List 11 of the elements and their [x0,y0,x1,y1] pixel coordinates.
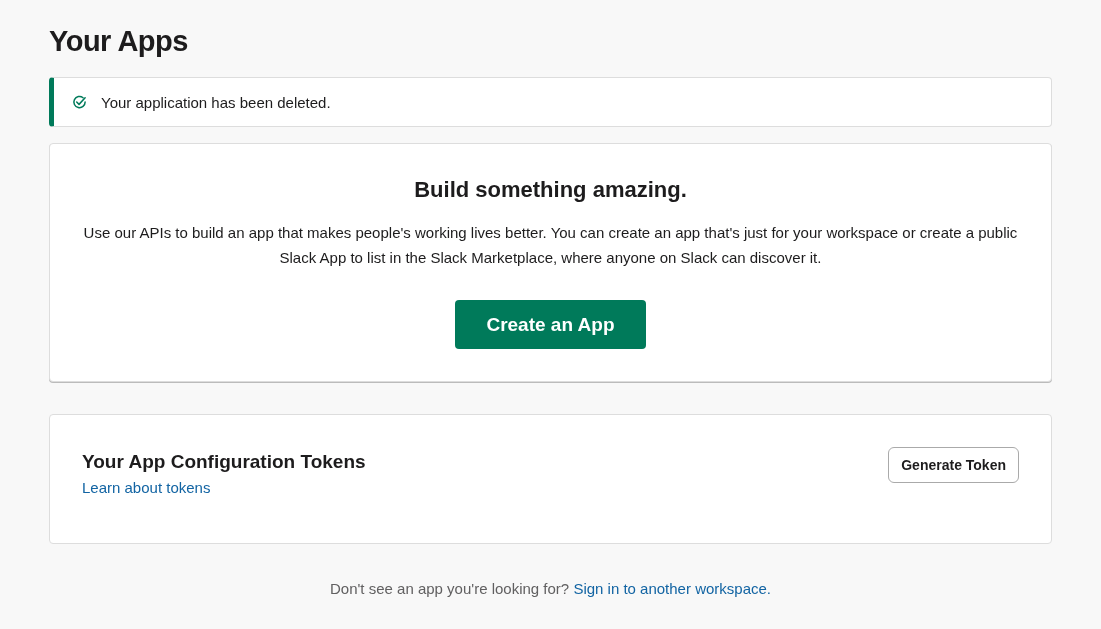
generate-token-button[interactable]: Generate Token [888,447,1019,483]
sign-in-link[interactable]: Sign in to another workspace. [573,580,771,597]
check-circle-icon [72,94,87,110]
footer-text: Don't see an app you're looking for? Sign in to another workspace. [329,580,772,597]
page-title: Your Apps [49,24,189,59]
hero-heading: Build something amazing. [414,176,687,204]
alert-message: Your application has been deleted. [101,93,331,111]
hero-description: Use our APIs to build an app that makes people's working lives better. You can create an app that's just for your workspace or create a public Slack App to list in the Slack Marketplace, where anyone on Slack can discover it. [82,223,1019,268]
create-app-button[interactable]: Create an App [455,300,646,349]
tokens-heading: Your App Configuration Tokens [82,451,366,473]
learn-tokens-link[interactable]: Learn about tokens [82,479,211,496]
